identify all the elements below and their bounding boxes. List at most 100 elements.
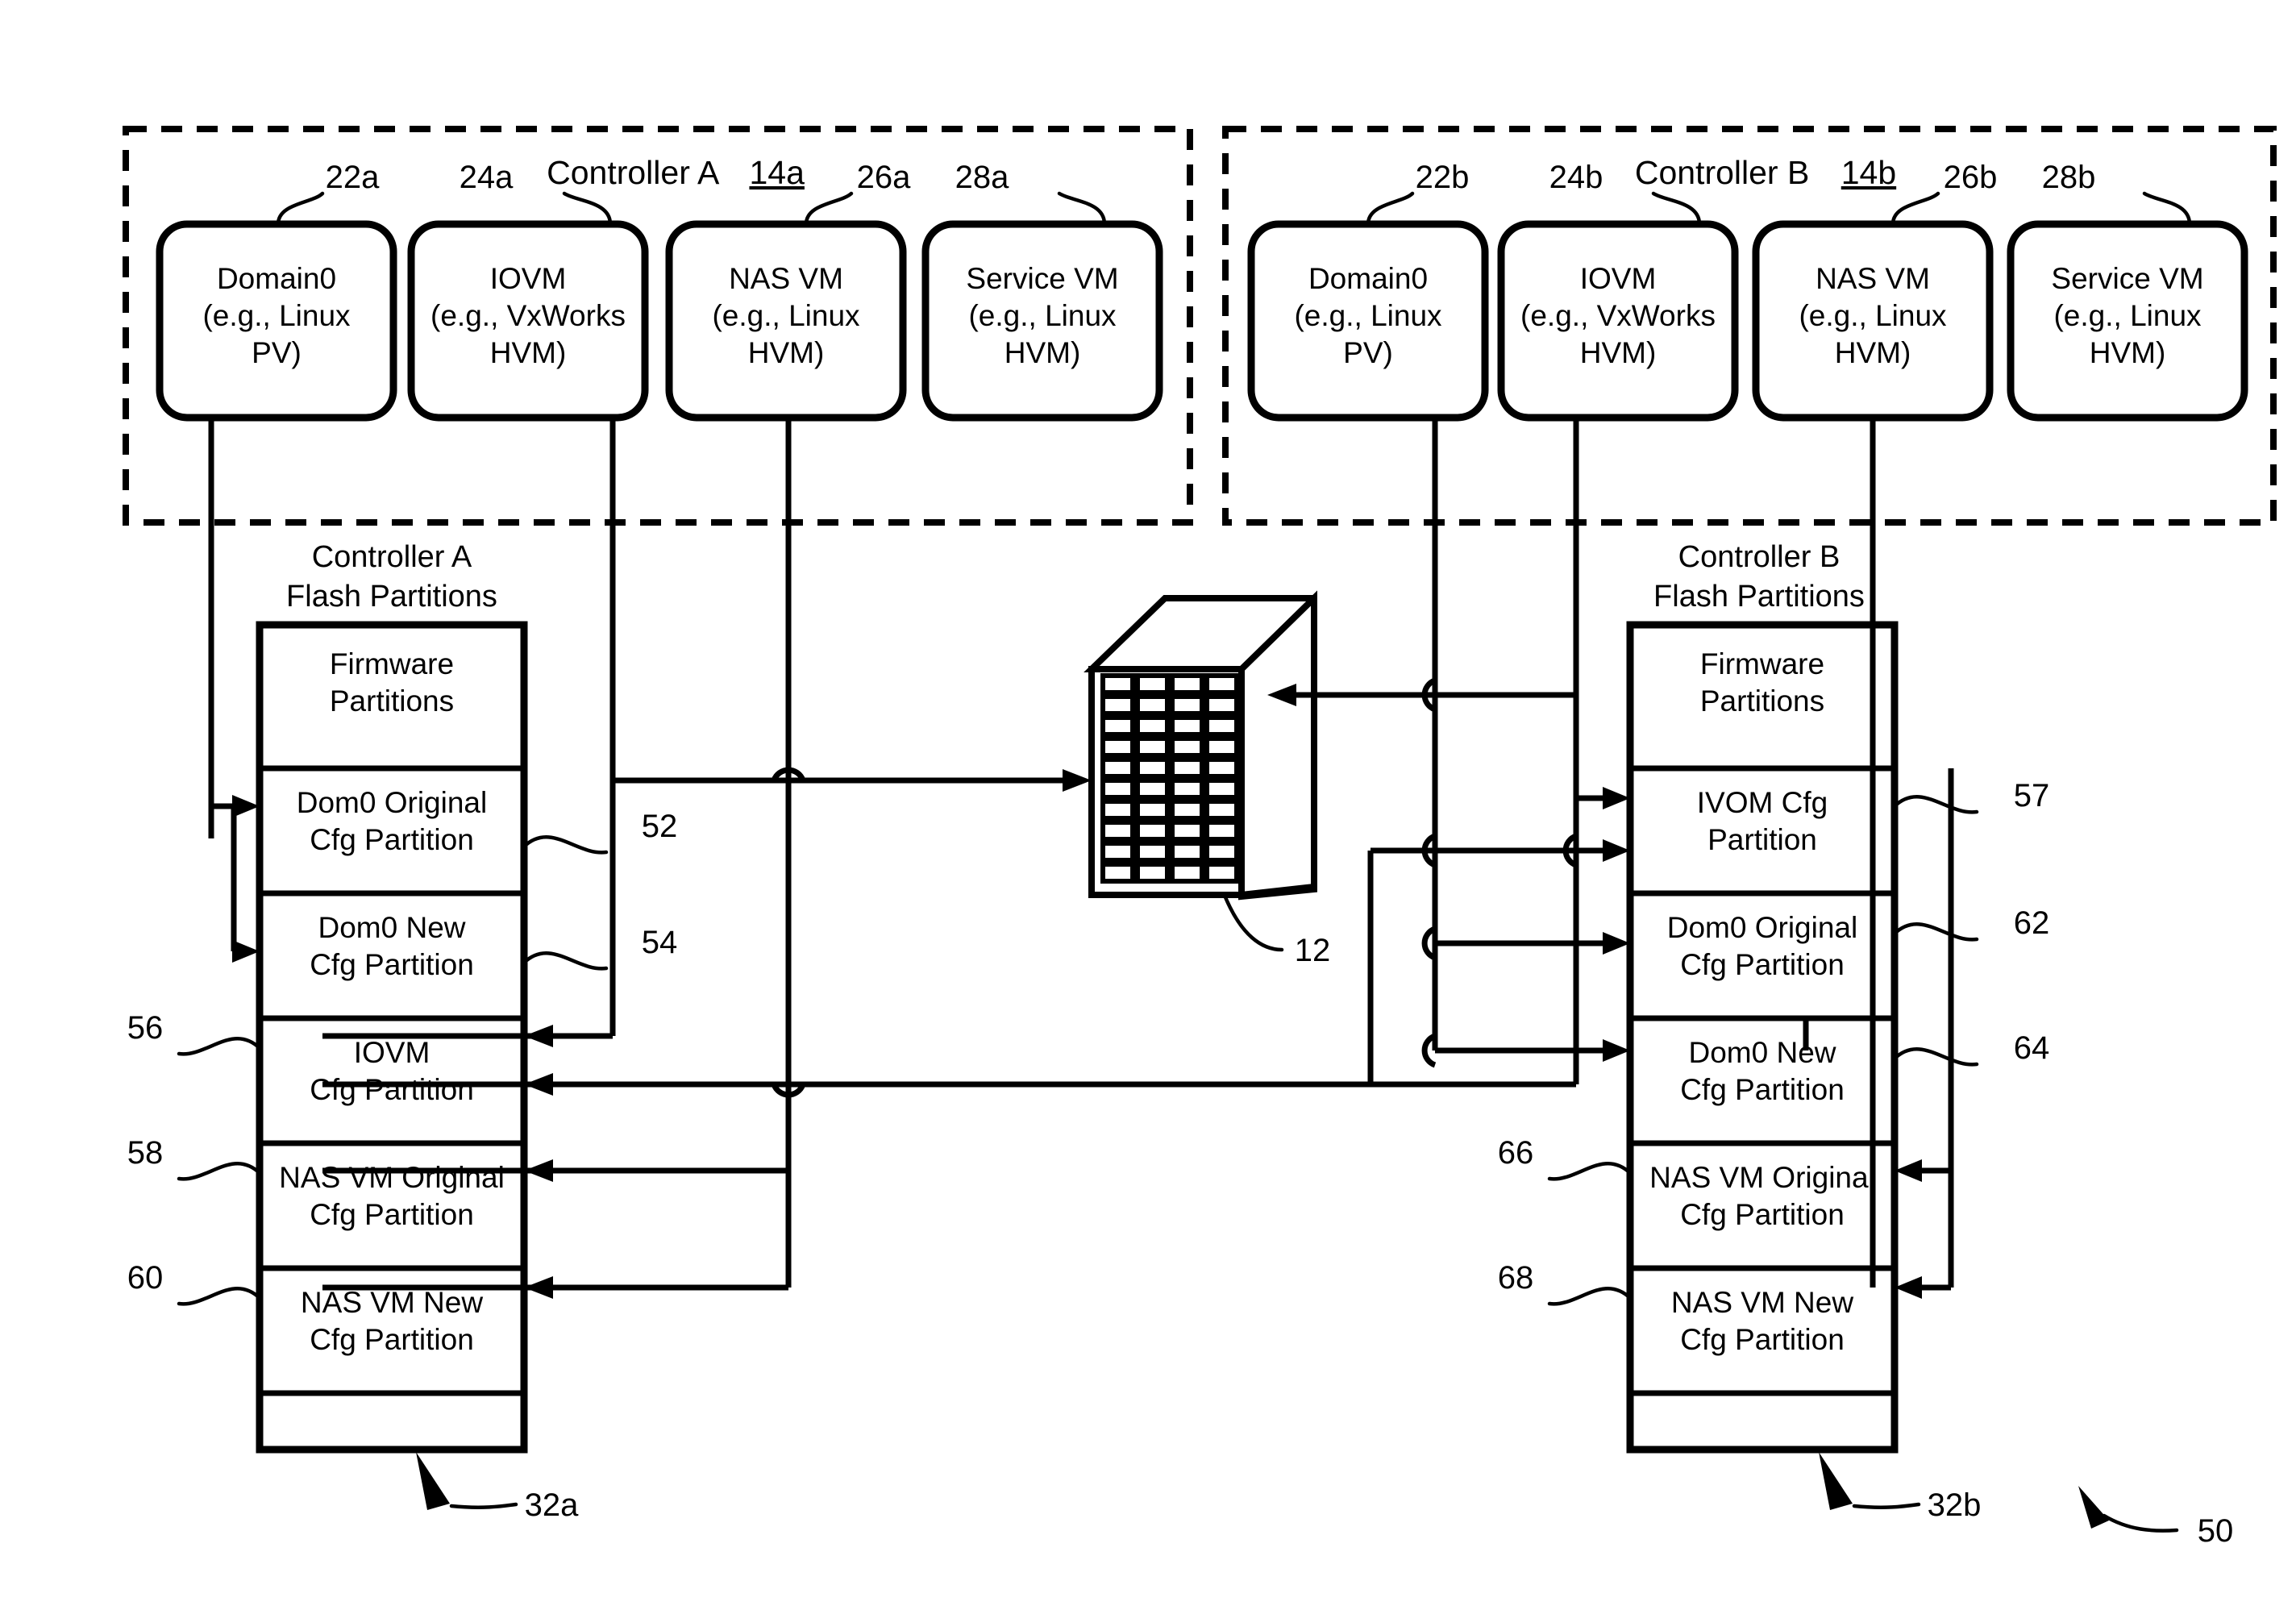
storage-array[interactable] xyxy=(1084,590,1317,901)
leader-68 xyxy=(1547,1287,1633,1306)
ref-64: 64 xyxy=(2014,1030,2050,1066)
leader-12 xyxy=(1223,895,1284,952)
flash-title-b-line2: Flash Partitions xyxy=(1653,580,1865,614)
ref-32b: 32b xyxy=(1928,1487,1982,1523)
vm-label-domain0-b-line1: Domain0 xyxy=(1308,262,1428,295)
vm-label-domain0-b-line3: PV) xyxy=(1343,336,1393,369)
partition-b-nasvm-original-line1: NAS VM Original xyxy=(1649,1161,1875,1194)
leader-64 xyxy=(1892,1047,1979,1067)
controller-a-title: Controller A 14a xyxy=(547,154,805,191)
arrowhead-iovm-b-part57-a xyxy=(1603,787,1630,809)
array-slot-grid xyxy=(1100,673,1239,884)
controller-b-title: Controller B 14b xyxy=(1635,154,1896,191)
arrowhead-iovm-a-array xyxy=(1063,769,1092,792)
vm-label-servicevm-b-line3: HVM) xyxy=(2090,336,2166,369)
partition-b-nasvm-new-line2: Cfg Partition xyxy=(1680,1323,1845,1356)
vm-label-servicevm-b-line2: (e.g., Linux xyxy=(2053,299,2202,332)
partition-a-unused[interactable] xyxy=(256,1390,527,1453)
vm-label-nasvm-a-line1: NAS VM xyxy=(729,262,843,295)
leader-32a xyxy=(449,1502,518,1509)
partition-b-dom0-new-line2: Cfg Partition xyxy=(1680,1073,1845,1106)
ref-60: 60 xyxy=(127,1260,164,1296)
arrowhead-cross-bus-part56 xyxy=(524,1073,553,1096)
leader-28a xyxy=(1057,191,1107,227)
partition-a-dom0-new-line2: Cfg Partition xyxy=(310,948,474,981)
arrowhead-32a xyxy=(416,1452,450,1510)
ref-32a: 32a xyxy=(525,1487,579,1523)
vm-label-servicevm-a-line2: (e.g., Linux xyxy=(968,299,1117,332)
arrowhead-nasvm-b-part68 xyxy=(1895,1276,1922,1299)
ref-57: 57 xyxy=(2014,778,2050,813)
vm-label-nasvm-a-line3: HVM) xyxy=(748,336,825,369)
partition-a-firmware-line2: Partitions xyxy=(330,684,454,718)
arrowhead-dom0-a-new xyxy=(232,940,260,963)
partition-b-dom0-new-line1: Dom0 New xyxy=(1689,1036,1836,1069)
arrowhead-dom0-b-part64 xyxy=(1603,1039,1630,1062)
partition-a-dom0-original-line2: Cfg Partition xyxy=(310,823,474,856)
vm-label-domain0-a-line1: Domain0 xyxy=(217,262,336,295)
arrowhead-nasvm-b-part66 xyxy=(1895,1159,1922,1182)
vm-label-iovm-b-line1: IOVM xyxy=(1580,262,1657,295)
leader-54 xyxy=(522,951,609,971)
partition-b-firmware-line2: Partitions xyxy=(1700,684,1824,718)
vm-label-domain0-a-line2: (e.g., Linux xyxy=(202,299,351,332)
ref-28b: 28b xyxy=(2042,160,2096,195)
flash-partitions-b: Firmware Partitions IVOM Cfg Partition D… xyxy=(1626,621,1899,1454)
partition-b-nasvm-new-line1: NAS VM New xyxy=(1671,1286,1853,1319)
flash-title-a-line2: Flash Partitions xyxy=(286,580,497,614)
leader-28b xyxy=(2142,191,2192,227)
partition-b-ivom-line1: IVOM Cfg xyxy=(1697,786,1828,819)
vm-label-iovm-a-line2: (e.g., VxWorks xyxy=(430,299,626,332)
vm-label-domain0-b-line2: (e.g., Linux xyxy=(1294,299,1442,332)
vm-label-iovm-b-line3: HVM) xyxy=(1580,336,1657,369)
ref-66: 66 xyxy=(1498,1135,1534,1171)
arrowhead-32b xyxy=(1819,1452,1853,1510)
leader-66 xyxy=(1547,1162,1633,1181)
arrowhead-nasvm-a-part60 xyxy=(524,1276,553,1299)
partition-b-firmware-line1: Firmware xyxy=(1700,647,1824,680)
vm-label-iovm-b-line2: (e.g., VxWorks xyxy=(1520,299,1716,332)
leader-24b xyxy=(1651,191,1702,227)
leader-62 xyxy=(1892,922,1979,942)
flash-title-b-line1: Controller B xyxy=(1678,540,1841,574)
ref-24b: 24b xyxy=(1549,160,1603,195)
leader-57 xyxy=(1892,795,1979,814)
leader-22a xyxy=(276,191,325,227)
leader-22b xyxy=(1366,191,1415,227)
conn-dom0-a-rail xyxy=(211,803,237,951)
arrowhead-50 xyxy=(2078,1486,2109,1529)
arrowhead-dom0-a-original xyxy=(232,795,260,817)
partition-b-unused[interactable] xyxy=(1627,1390,1898,1453)
ref-58: 58 xyxy=(127,1135,164,1171)
arrowhead-nasvm-a-part58 xyxy=(524,1159,553,1182)
partition-a-nasvm-new-line2: Cfg Partition xyxy=(310,1323,474,1356)
partition-b-dom0-original-line2: Cfg Partition xyxy=(1680,948,1845,981)
ref-28a: 28a xyxy=(955,160,1009,195)
ref-12: 12 xyxy=(1295,933,1331,968)
leader-26b xyxy=(1890,191,1940,227)
partition-a-iovm-line2: Cfg Partition xyxy=(310,1073,474,1106)
ref-22b: 22b xyxy=(1416,160,1470,195)
vm-label-domain0-a-line3: PV) xyxy=(252,336,302,369)
ref-26b: 26b xyxy=(1944,160,1998,195)
leader-56 xyxy=(177,1037,262,1056)
leader-26a xyxy=(804,191,854,227)
ref-62: 62 xyxy=(2014,905,2050,941)
vm-label-nasvm-a-line2: (e.g., Linux xyxy=(712,299,860,332)
vm-label-iovm-a-line3: HVM) xyxy=(490,336,567,369)
vm-label-iovm-a-line1: IOVM xyxy=(490,262,567,295)
ref-26a: 26a xyxy=(857,160,911,195)
partition-a-firmware-line1: Firmware xyxy=(330,647,454,680)
arrowhead-iovm-a-part56 xyxy=(524,1025,553,1047)
partition-b-ivom-line2: Partition xyxy=(1707,823,1817,856)
patent-figure: Controller A 14a Controller B 14b Domain… xyxy=(0,0,2296,1610)
leader-58 xyxy=(177,1162,262,1181)
partition-a-iovm-line1: IOVM xyxy=(354,1036,430,1069)
vm-label-nasvm-b-line2: (e.g., Linux xyxy=(1799,299,1947,332)
partition-a-nasvm-original-line1: NAS VM Original xyxy=(279,1161,505,1194)
partition-a-dom0-original-line1: Dom0 Original xyxy=(297,786,487,819)
partition-b-dom0-original-line1: Dom0 Original xyxy=(1667,911,1857,944)
leader-52 xyxy=(522,835,609,855)
leader-50 xyxy=(2102,1513,2179,1533)
leader-60 xyxy=(177,1287,262,1306)
